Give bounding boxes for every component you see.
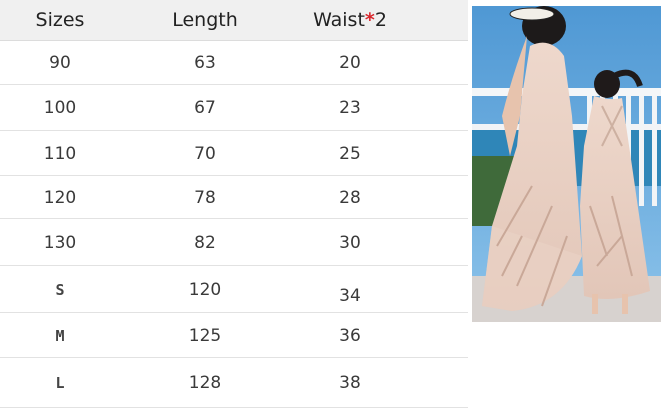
size-cell: 90 — [49, 52, 71, 73]
header-waist: Waist * 2 — [313, 9, 387, 31]
table-row: 110 70 25 — [0, 131, 468, 176]
product-photo — [472, 6, 661, 322]
table-row: 130 82 30 — [0, 219, 468, 266]
size-cell: 110 — [43, 143, 77, 164]
table-row: 90 63 20 — [0, 40, 468, 85]
length-cell: 63 — [194, 52, 216, 73]
size-cell: 100 — [43, 98, 77, 118]
asterisk-mark: * — [364, 9, 375, 31]
waist-cell: 28 — [339, 187, 361, 208]
table-row: 100 67 23 — [0, 85, 468, 131]
table-row: L 128 38 — [0, 358, 468, 408]
table-row: S 120 34 — [0, 266, 468, 313]
waist-cell: 34 — [339, 285, 361, 306]
length-cell: 120 — [188, 279, 222, 300]
length-cell: 125 — [188, 325, 222, 346]
length-cell: 82 — [194, 232, 216, 253]
waist-cell: 25 — [339, 143, 361, 164]
waist-cell: 30 — [339, 232, 361, 253]
size-cell: 130 — [43, 232, 77, 253]
table-row: 120 78 28 — [0, 176, 468, 219]
table-header: Sizes Length Waist * 2 — [0, 0, 468, 41]
length-cell: 70 — [194, 143, 216, 164]
length-cell: 67 — [194, 98, 216, 118]
length-cell: 78 — [194, 187, 216, 208]
waist-cell: 36 — [339, 325, 361, 346]
size-cell: 120 — [43, 187, 77, 208]
size-cell: M — [55, 326, 65, 345]
size-cell: S — [55, 280, 65, 299]
header-length: Length — [172, 9, 238, 31]
waist-cell: 23 — [339, 98, 361, 118]
size-chart-table: Sizes Length Waist * 2 90 63 20 100 67 23 … — [0, 0, 468, 413]
length-cell: 128 — [188, 373, 222, 393]
waist-cell: 20 — [339, 52, 361, 73]
table-row: M 125 36 — [0, 313, 468, 358]
size-cell: L — [55, 374, 65, 392]
waist-cell: 38 — [339, 373, 361, 393]
header-sizes: Sizes — [35, 9, 85, 31]
